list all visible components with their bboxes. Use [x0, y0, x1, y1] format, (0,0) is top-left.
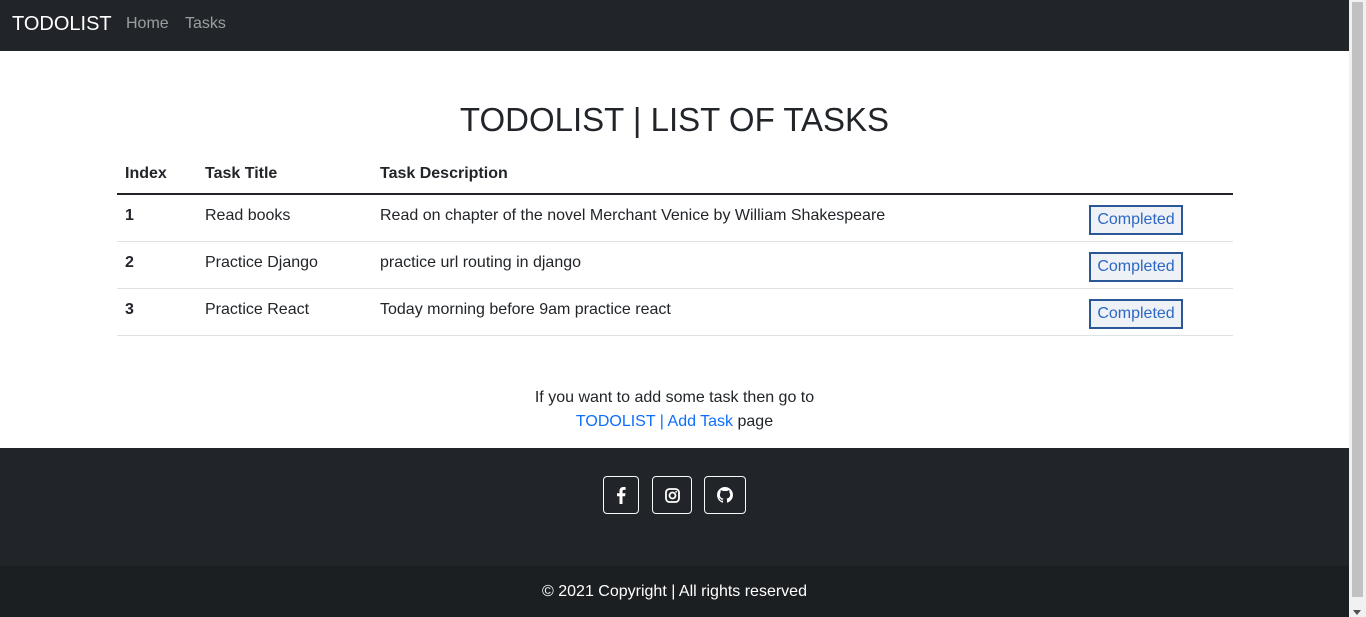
instagram-icon — [664, 487, 680, 503]
task-description: Today morning before 9am practice react — [372, 288, 1081, 336]
nav-link-tasks[interactable]: Tasks — [185, 14, 226, 33]
task-description: Read on chapter of the novel Merchant Ve… — [372, 194, 1081, 242]
task-action-cell: Completed — [1081, 241, 1233, 289]
column-header-description: Task Description — [372, 155, 1081, 195]
add-task-note: If you want to add some task then go to … — [0, 386, 1349, 434]
page-title: TODOLIST | LIST OF TASKS — [459, 101, 890, 138]
table-row: 3 Practice React Today morning before 9a… — [117, 288, 1233, 336]
scrollbar-thumb[interactable] — [1352, 2, 1363, 597]
column-header-action — [1081, 155, 1233, 195]
navbar-brand[interactable]: TODOLIST — [12, 12, 112, 36]
completed-button[interactable]: Completed — [1089, 298, 1183, 329]
task-index: 1 — [117, 194, 197, 242]
todolist-link[interactable]: TODOLIST — [576, 413, 655, 430]
column-header-title: Task Title — [197, 155, 372, 195]
add-task-note-text: If you want to add some task then go to — [534, 389, 815, 406]
add-task-note-suffix: page — [737, 413, 774, 430]
task-title: Practice Django — [197, 241, 372, 289]
task-title: Practice React — [197, 288, 372, 336]
github-button[interactable] — [704, 476, 746, 514]
add-task-link[interactable]: Add Task — [668, 413, 734, 430]
vertical-scrollbar[interactable] — [1349, 0, 1366, 617]
nav-link-home[interactable]: Home — [126, 14, 169, 33]
table-header-row: Index Task Title Task Description — [117, 155, 1233, 195]
task-description: practice url routing in django — [372, 241, 1081, 289]
copyright-bar: © 2021 Copyright | All rights reserved — [0, 566, 1349, 617]
completed-button[interactable]: Completed — [1089, 251, 1183, 282]
column-header-index: Index — [117, 155, 197, 195]
link-separator: | — [659, 413, 664, 430]
copyright-text: © 2021 Copyright | All rights reserved — [542, 583, 807, 600]
task-index: 2 — [117, 241, 197, 289]
tasks-table: Index Task Title Task Description 1 Read… — [117, 155, 1233, 336]
page: TODOLIST Home Tasks TODOLIST | LIST OF T… — [0, 0, 1349, 617]
task-action-cell: Completed — [1081, 194, 1233, 242]
task-action-cell: Completed — [1081, 288, 1233, 336]
instagram-button[interactable] — [652, 476, 692, 514]
scroll-down-arrow-icon[interactable] — [1353, 610, 1361, 615]
footer — [0, 448, 1349, 566]
navbar: TODOLIST Home Tasks — [0, 0, 1349, 51]
facebook-icon — [617, 486, 626, 504]
facebook-button[interactable] — [603, 476, 639, 514]
completed-button[interactable]: Completed — [1089, 205, 1183, 235]
task-title: Read books — [197, 194, 372, 242]
github-icon — [717, 487, 733, 503]
table-row: 2 Practice Django practice url routing i… — [117, 241, 1233, 289]
task-index: 3 — [117, 288, 197, 336]
table-row: 1 Read books Read on chapter of the nove… — [117, 194, 1233, 242]
add-task-note-links: TODOLIST | Add Task page — [0, 410, 1349, 434]
